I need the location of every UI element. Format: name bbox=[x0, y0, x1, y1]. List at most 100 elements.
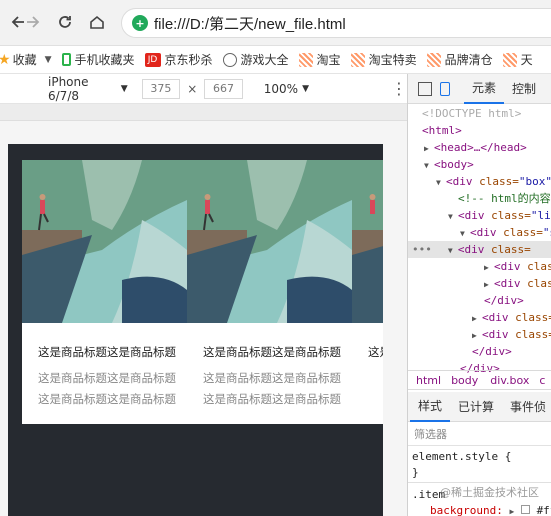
dom-tree: <!DOCTYPE html> <html> ▶ <head>…</head> ▼… bbox=[408, 104, 551, 375]
expand-arrow-icon: ▶ bbox=[484, 263, 489, 272]
watermark: @稀土掘金技术社区 bbox=[440, 486, 539, 499]
taobao-icon bbox=[426, 52, 441, 67]
product-card[interactable]: 这是商品标题这是商品标题 这是商品标题这是商品标题这是商品标题这是商品标题 bbox=[22, 160, 187, 424]
forward-button[interactable] bbox=[21, 10, 45, 34]
crumb-next[interactable]: c bbox=[539, 374, 545, 387]
tab-event-listeners[interactable]: 事件侦 bbox=[502, 392, 551, 422]
shield-icon: + bbox=[132, 15, 148, 31]
times-sign: × bbox=[187, 81, 198, 96]
collapse-arrow-icon: ▼ bbox=[460, 229, 465, 238]
arrow-right-icon bbox=[27, 16, 40, 28]
bookmark-favorites[interactable]: ★ 收藏 ▼ bbox=[0, 51, 52, 68]
caret-down-icon: ▼ bbox=[44, 54, 52, 65]
bookmark-taobao-sale[interactable]: 淘宝特卖 bbox=[350, 51, 417, 68]
product-title: 这是商品标题这是商品标题 bbox=[203, 345, 341, 359]
bookmark-taobao[interactable]: 淘宝 bbox=[298, 51, 341, 68]
crumb-div-box[interactable]: div.box bbox=[490, 374, 529, 387]
styles-tabs: 样式 已计算 事件侦 bbox=[408, 392, 551, 422]
crumb-body[interactable]: body bbox=[451, 374, 478, 387]
dom-body[interactable]: ▼ <body> bbox=[424, 156, 474, 173]
device-toggle-icon[interactable] bbox=[440, 81, 450, 96]
devtools-tabs: 元素 控制 bbox=[408, 74, 551, 104]
dom-child-2[interactable]: ▶ <div clas bbox=[484, 275, 551, 292]
product-title: 这是商品标题这是商品标题 bbox=[38, 345, 176, 359]
expand-arrow-icon: ▶ bbox=[484, 280, 489, 289]
width-input[interactable]: 375 bbox=[141, 78, 181, 99]
media-query-ruler bbox=[0, 104, 407, 121]
product-carousel[interactable]: 这是商品标题这是商品标题 这是商品标题这是商品标题这是商品标题这是商品标题 这是… bbox=[22, 160, 383, 424]
expand-arrow-icon: ▶ bbox=[424, 144, 429, 153]
element-style-rule[interactable]: element.style { bbox=[412, 450, 511, 463]
taobao-icon bbox=[350, 52, 365, 67]
browser-toolbar: + file:///D:/第二天/new_file.html bbox=[0, 0, 551, 46]
product-card[interactable]: 这是 bbox=[352, 160, 383, 424]
address-text: file:///D:/第二天/new_file.html bbox=[154, 15, 346, 33]
jd-icon: JD bbox=[144, 52, 161, 67]
collapse-arrow-icon: ▼ bbox=[448, 212, 453, 221]
device-select[interactable]: iPhone 6/7/8 bbox=[48, 75, 117, 103]
styles-filter-input[interactable]: 筛选器 bbox=[408, 422, 551, 446]
dom-html[interactable]: <html> bbox=[422, 122, 462, 139]
product-description bbox=[368, 368, 383, 410]
dom-div-box[interactable]: ▼ <div class="box" bbox=[436, 173, 551, 190]
bookmark-games[interactable]: 游戏大全 bbox=[222, 51, 289, 68]
dom-head[interactable]: ▶ <head>…</head> bbox=[424, 139, 527, 156]
more-options-icon[interactable]: ⋮ bbox=[391, 79, 407, 98]
tab-elements[interactable]: 元素 bbox=[464, 74, 505, 104]
address-bar[interactable]: + file:///D:/第二天/new_file.html bbox=[121, 8, 551, 38]
collapse-arrow-icon: ▼ bbox=[424, 161, 429, 170]
dom-close-div[interactable]: </div> bbox=[484, 292, 524, 309]
emulated-page: 这是商品标题这是商品标题 这是商品标题这是商品标题这是商品标题这是商品标题 这是… bbox=[8, 144, 383, 516]
expand-arrow-icon: ▶ bbox=[509, 507, 515, 516]
tab-console[interactable]: 控制 bbox=[504, 74, 544, 104]
tab-styles[interactable]: 样式 bbox=[410, 392, 451, 422]
taobao-icon bbox=[298, 52, 313, 67]
caret-down-icon: ▼ bbox=[120, 83, 128, 94]
dom-comment[interactable]: <!-- html的内容 bbox=[458, 190, 551, 207]
color-swatch[interactable] bbox=[520, 505, 530, 514]
bookmark-tian[interactable]: 天 bbox=[502, 51, 533, 68]
home-icon bbox=[90, 15, 104, 29]
bookmark-brand-clearance[interactable]: 品牌清仓 bbox=[426, 51, 493, 68]
devtools-panel: 元素 控制 <!DOCTYPE html> <html> ▶ <head>…</h… bbox=[407, 74, 551, 516]
product-title: 这是 bbox=[368, 345, 383, 359]
inspect-icon[interactable] bbox=[418, 81, 432, 96]
dom-sibling-1[interactable]: ▶ <div class= bbox=[472, 309, 551, 326]
product-image bbox=[352, 160, 383, 323]
expand-arrow-icon: ▶ bbox=[472, 314, 477, 323]
globe-icon bbox=[222, 52, 237, 67]
device-viewport: 这是商品标题这是商品标题 这是商品标题这是商品标题这是商品标题这是商品标题 这是… bbox=[0, 104, 407, 516]
tab-computed[interactable]: 已计算 bbox=[450, 392, 502, 422]
star-icon: ★ bbox=[0, 52, 11, 68]
ellipsis-icon: ••• bbox=[412, 243, 432, 256]
dom-div-s[interactable]: ▼<div class="s bbox=[460, 224, 551, 241]
product-card[interactable]: 这是商品标题这是商品标题 这是商品标题这是商品标题这是商品标题这是商品标题 bbox=[187, 160, 352, 424]
dom-close-div[interactable]: </div> bbox=[472, 343, 512, 360]
height-input[interactable]: 667 bbox=[204, 78, 243, 99]
reload-button[interactable] bbox=[53, 10, 77, 34]
dom-child-1[interactable]: ▶ <div clas bbox=[484, 258, 551, 275]
collapse-arrow-icon: ▼ bbox=[436, 178, 441, 187]
dom-selected-row[interactable]: ••• ▼ <div class= bbox=[408, 241, 551, 258]
device-toolbar: iPhone 6/7/8 ▼ 375 × 667 100% ▼ ⋮ bbox=[0, 74, 407, 104]
collapse-arrow-icon: ▼ bbox=[447, 246, 453, 255]
style-property[interactable]: background: ▶ #ff bbox=[430, 504, 551, 516]
product-description: 这是商品标题这是商品标题这是商品标题这是商品标题 bbox=[203, 371, 341, 406]
dom-sibling-2[interactable]: ▶ <div class= bbox=[472, 326, 551, 343]
bookmark-jd[interactable]: JD 京东秒杀 bbox=[144, 51, 213, 68]
crumb-html[interactable]: html bbox=[416, 374, 441, 387]
phone-icon bbox=[61, 53, 71, 66]
breadcrumb: html body div.box c bbox=[408, 370, 551, 390]
product-image bbox=[187, 160, 352, 323]
reload-icon bbox=[59, 16, 71, 28]
caret-down-icon: ▼ bbox=[302, 83, 309, 94]
dom-doctype[interactable]: <!DOCTYPE html> bbox=[422, 105, 521, 122]
close-brace: } bbox=[412, 466, 419, 479]
taobao-icon bbox=[502, 52, 517, 67]
bookmark-mobile-favorites[interactable]: 手机收藏夹 bbox=[61, 51, 135, 68]
zoom-select[interactable]: 100% bbox=[264, 82, 298, 96]
product-image bbox=[22, 160, 187, 323]
home-button[interactable] bbox=[85, 10, 109, 34]
dom-div-li[interactable]: ▼ <div class="li bbox=[448, 207, 551, 224]
expand-arrow-icon: ▶ bbox=[472, 331, 477, 340]
